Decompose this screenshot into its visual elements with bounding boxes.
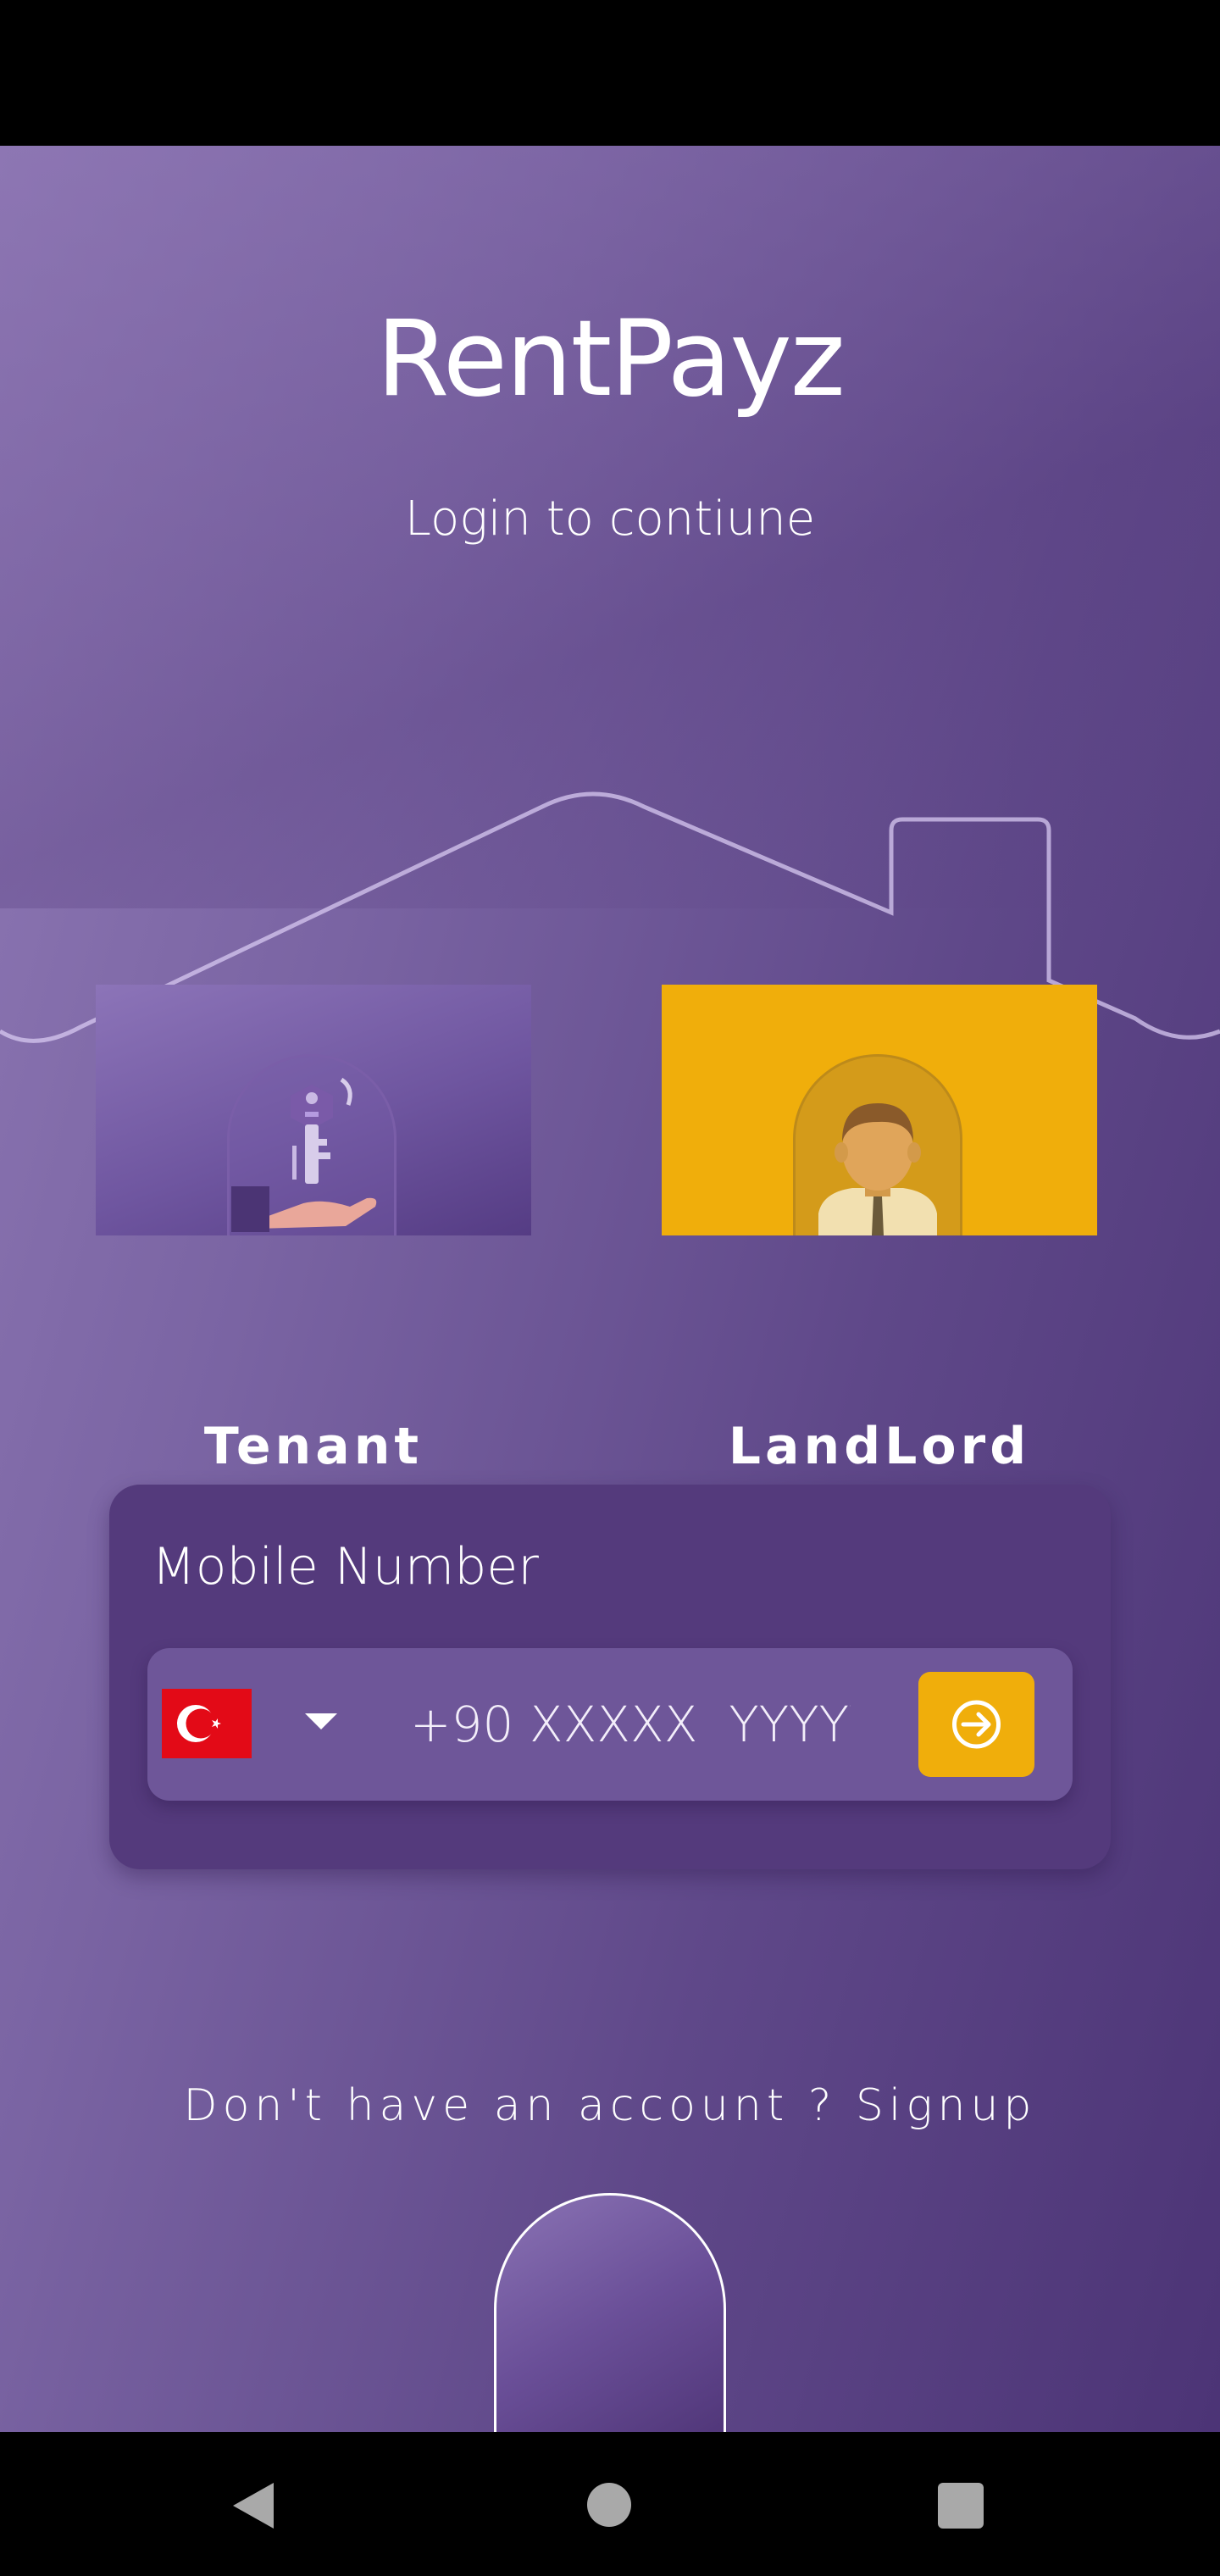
status-bar xyxy=(0,0,1220,146)
tenant-role-card[interactable] xyxy=(96,985,531,1235)
recents-icon[interactable] xyxy=(938,2483,984,2529)
phone-device: RentPayz Login to contiune Tenant LandLo… xyxy=(0,0,1220,2576)
turkey-flag-icon[interactable] xyxy=(162,1689,252,1758)
landlord-role-card[interactable] xyxy=(662,985,1097,1235)
login-submit-button[interactable] xyxy=(918,1672,1034,1777)
page-subtitle: Login to contiune xyxy=(404,491,816,547)
mobile-number-label: Mobile Number xyxy=(152,1537,539,1596)
phone-number-input[interactable] xyxy=(410,1648,851,1801)
login-screen: RentPayz Login to contiune Tenant LandLo… xyxy=(0,146,1220,2432)
door-arch-decoration xyxy=(494,2193,726,2432)
phone-input-row xyxy=(147,1648,1073,1801)
app-title: RentPayz xyxy=(376,298,846,420)
home-icon[interactable] xyxy=(587,2483,631,2527)
login-card: Mobile Number xyxy=(109,1485,1111,1869)
back-icon[interactable] xyxy=(233,2483,274,2529)
arrow-right-circle-icon xyxy=(952,1700,1001,1749)
navigation-bar xyxy=(0,2432,1220,2576)
tenant-role-label[interactable]: Tenant xyxy=(96,1417,531,1476)
landlord-role-label[interactable]: LandLord xyxy=(662,1417,1097,1476)
key-in-hand-icon xyxy=(231,1077,377,1232)
country-dropdown-icon[interactable] xyxy=(305,1713,337,1729)
landlord-person-icon xyxy=(818,1103,937,1235)
signup-link[interactable]: Don't have an account ? Signup xyxy=(0,2080,1220,2131)
